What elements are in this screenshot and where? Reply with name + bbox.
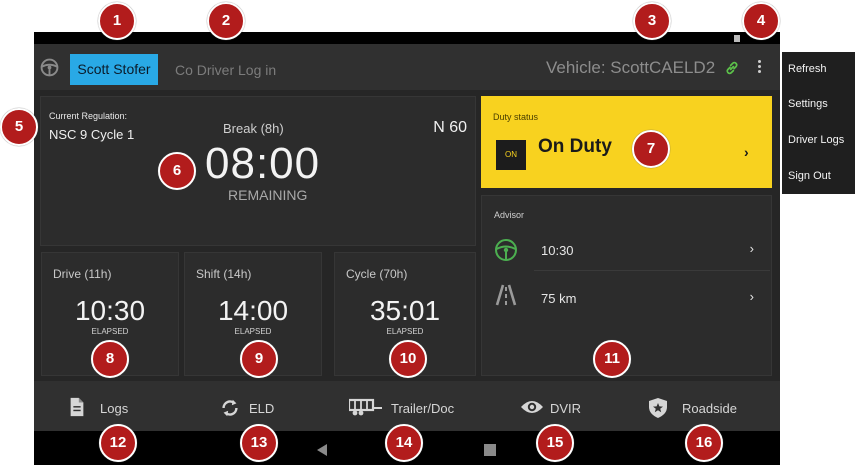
break-title: Break (8h): [223, 121, 284, 136]
top-bar: Scott Stofer Co Driver Log in Vehicle: S…: [34, 44, 780, 90]
road-icon: [495, 284, 517, 306]
advisor-value: 10:30: [541, 243, 574, 258]
android-status-bar: [34, 32, 780, 44]
status-indicator: [734, 35, 740, 42]
chevron-right-icon: ›: [749, 289, 754, 304]
callout-marker: 7: [632, 130, 670, 168]
callout-marker: 4: [742, 2, 780, 40]
regulation-label: Current Regulation:: [49, 111, 128, 121]
trailer-icon: [349, 398, 382, 416]
nav-label: Logs: [100, 401, 129, 416]
shield-star-icon: [649, 398, 667, 418]
callout-marker: 11: [593, 340, 631, 378]
vehicle-selector[interactable]: Vehicle: ScottCAELD2: [546, 58, 715, 78]
advisor-value: 75 km: [541, 291, 577, 306]
nav-label: ELD: [249, 401, 275, 416]
back-icon[interactable]: [317, 444, 327, 456]
nav-dvir[interactable]: DVIR: [520, 381, 600, 431]
steering-wheel-icon: [495, 239, 517, 261]
timer-status: ELAPSED: [386, 327, 424, 336]
zone-label: N 60: [433, 119, 467, 136]
annotated-screenshot: Scott Stofer Co Driver Log in Vehicle: S…: [0, 0, 855, 465]
callout-marker: 14: [385, 424, 423, 462]
menu-item-refresh[interactable]: Refresh: [788, 63, 827, 75]
eye-icon: [521, 401, 543, 413]
timer-title: Cycle (70h): [346, 267, 408, 281]
regulation-value: NSC 9 Cycle 1: [49, 127, 135, 142]
overflow-menu-icon[interactable]: [754, 58, 764, 76]
callout-marker: 9: [240, 340, 278, 378]
callout-marker: 6: [158, 152, 196, 190]
break-status: REMAINING: [228, 187, 308, 203]
chevron-right-icon: ›: [749, 241, 754, 256]
steering-wheel-icon: [40, 58, 59, 77]
callout-marker: 2: [207, 2, 245, 40]
timer-title: Shift (14h): [196, 267, 252, 281]
timer-title: Drive (11h): [53, 267, 112, 281]
menu-item-driver-logs[interactable]: Driver Logs: [788, 134, 844, 146]
advisor-label: Advisor: [494, 210, 525, 220]
callout-marker: 1: [98, 2, 136, 40]
duty-status-value: On Duty: [538, 136, 612, 157]
callout-marker: 15: [536, 424, 574, 462]
menu-item-sign-out[interactable]: Sign Out: [788, 170, 831, 182]
advisor-row-distance[interactable]: 75 km ›: [534, 277, 770, 319]
callout-marker: 16: [685, 424, 723, 462]
duty-status-card[interactable]: Duty status ON On Duty ›: [481, 96, 772, 188]
callout-marker: 5: [0, 108, 38, 146]
callout-marker: 3: [633, 2, 671, 40]
callout-marker: 8: [91, 340, 129, 378]
duty-status-label: Duty status: [493, 112, 539, 122]
timer-value: 14:00: [217, 295, 289, 326]
link-icon[interactable]: [724, 60, 740, 76]
timer-value: 10:30: [74, 295, 146, 326]
sync-icon: [222, 399, 238, 417]
nav-trailer-doc[interactable]: Trailer/Doc: [347, 381, 477, 431]
driver-button[interactable]: Scott Stofer: [70, 54, 158, 85]
nav-label: Roadside: [682, 401, 737, 416]
menu-item-settings[interactable]: Settings: [788, 98, 828, 110]
co-driver-login-button[interactable]: Co Driver Log in: [175, 62, 276, 78]
nav-label: DVIR: [550, 401, 582, 416]
callout-marker: 12: [99, 424, 137, 462]
overflow-menu: Refresh Settings Driver Logs Sign Out: [782, 52, 855, 194]
timer-status: ELAPSED: [91, 327, 129, 336]
eld-app-screen: Scott Stofer Co Driver Log in Vehicle: S…: [34, 32, 780, 465]
on-duty-badge: ON: [496, 140, 526, 170]
break-time: 08:00: [205, 139, 321, 188]
nav-label: Trailer/Doc: [391, 401, 455, 416]
chevron-right-icon: ›: [744, 144, 749, 160]
nav-logs[interactable]: Logs: [64, 381, 144, 431]
timer-status: ELAPSED: [234, 327, 272, 336]
callout-marker: 13: [240, 424, 278, 462]
timer-value: 35:01: [369, 295, 441, 326]
recents-icon[interactable]: [484, 444, 496, 456]
advisor-row-drive-time[interactable]: 10:30 ›: [534, 229, 770, 271]
regulation-break-card: Current Regulation: NSC 9 Cycle 1 Break …: [40, 96, 476, 246]
callout-marker: 10: [389, 340, 427, 378]
document-icon: [70, 397, 84, 417]
